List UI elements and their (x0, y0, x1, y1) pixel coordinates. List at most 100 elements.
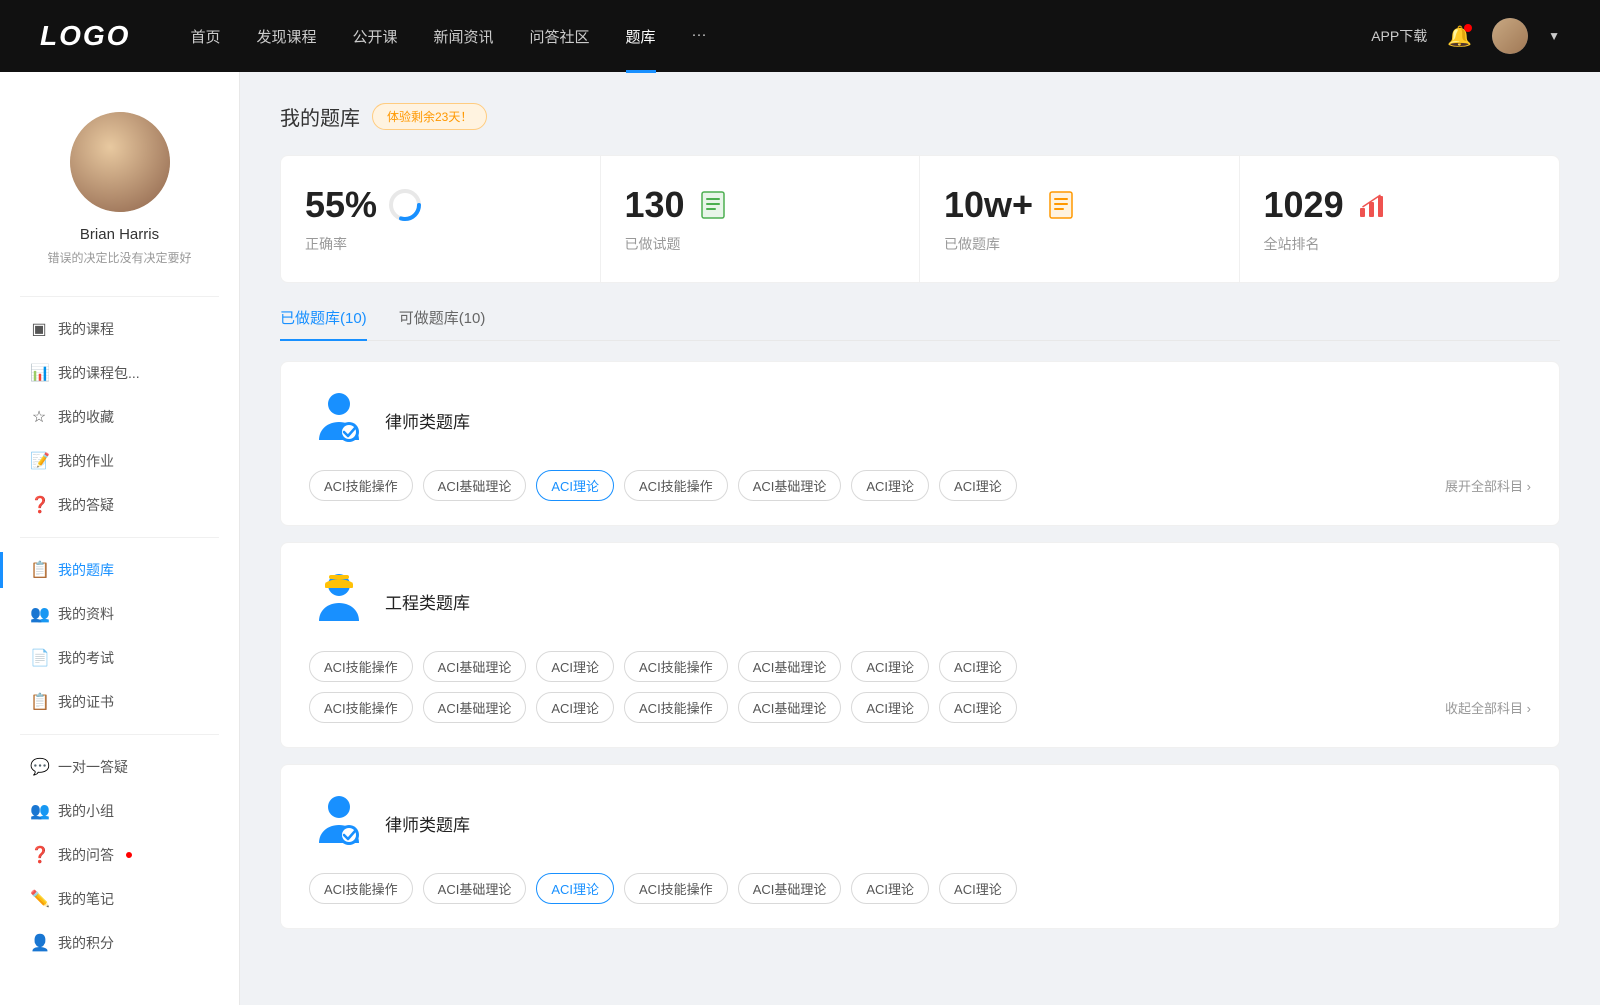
logo[interactable]: LOGO (40, 20, 130, 52)
sidebar-item-my-points[interactable]: 👤 我的积分 (0, 921, 239, 965)
nav-link-more[interactable]: ··· (692, 26, 707, 47)
tag-lawyer2-5[interactable]: ACI基础理论 (738, 873, 842, 904)
tags-row-lawyer2: ACI技能操作 ACI基础理论 ACI理论 ACI技能操作 ACI基础理论 AC… (309, 873, 1531, 904)
bank-card-lawyer2: 律师类题库 ACI技能操作 ACI基础理论 ACI理论 ACI技能操作 ACI基… (280, 764, 1560, 929)
page-title: 我的题库 (280, 102, 360, 131)
bank-card-header-engineer1: 工程类题库 (309, 567, 1531, 635)
sidebar-item-my-favorites[interactable]: ☆ 我的收藏 (0, 395, 239, 439)
tag-eng2-1[interactable]: ACI技能操作 (309, 692, 413, 723)
sidebar-item-my-cert[interactable]: 📋 我的证书 (0, 680, 239, 724)
chat-icon: 💬 (30, 757, 48, 777)
tag-lawyer2-4[interactable]: ACI技能操作 (624, 873, 728, 904)
sidebar-item-my-answers[interactable]: ❓ 我的问答 (0, 833, 239, 877)
tag-eng1-3[interactable]: ACI理论 (536, 651, 614, 682)
chart-red-icon (1354, 187, 1390, 223)
notification-bell[interactable]: 🔔 (1447, 24, 1472, 49)
avatar[interactable] (1492, 18, 1528, 54)
sidebar-item-my-homework[interactable]: 📝 我的作业 (0, 439, 239, 483)
tag-lawyer2-2[interactable]: ACI基础理论 (423, 873, 527, 904)
tag-eng2-7[interactable]: ACI理论 (939, 692, 1017, 723)
sidebar: Brian Harris 错误的决定比没有决定要好 ▣ 我的课程 📊 我的课程包… (0, 72, 240, 1005)
stats-row: 55% 正确率 130 (280, 155, 1560, 283)
bank-card-header-lawyer1: 律师类题库 (309, 386, 1531, 454)
sidebar-item-my-questions[interactable]: ❓ 我的答疑 (0, 483, 239, 527)
sidebar-item-my-info[interactable]: 👥 我的资料 (0, 592, 239, 636)
nav-link-home[interactable]: 首页 (190, 26, 220, 47)
tag-lawyer1-1[interactable]: ACI技能操作 (309, 470, 413, 501)
sidebar-divider-3 (20, 734, 219, 735)
page-wrapper: Brian Harris 错误的决定比没有决定要好 ▣ 我的课程 📊 我的课程包… (0, 72, 1600, 1005)
bank-card-header-lawyer2: 律师类题库 (309, 789, 1531, 857)
stat-top-correct: 55% (305, 184, 576, 226)
sidebar-item-my-group[interactable]: 👥 我的小组 (0, 789, 239, 833)
bank-title-lawyer2: 律师类题库 (385, 811, 470, 836)
tag-eng1-2[interactable]: ACI基础理论 (423, 651, 527, 682)
tag-eng1-5[interactable]: ACI基础理论 (738, 651, 842, 682)
star-icon: ☆ (30, 407, 48, 427)
nav-link-open[interactable]: 公开课 (352, 26, 397, 47)
tag-eng2-2[interactable]: ACI基础理论 (423, 692, 527, 723)
tag-eng1-7[interactable]: ACI理论 (939, 651, 1017, 682)
sidebar-profile: Brian Harris 错误的决定比没有决定要好 (0, 72, 239, 286)
tag-lawyer1-7[interactable]: ACI理论 (939, 470, 1017, 501)
sidebar-item-my-notes[interactable]: ✏️ 我的笔记 (0, 877, 239, 921)
tag-eng1-6[interactable]: ACI理论 (851, 651, 929, 682)
tag-lawyer1-2[interactable]: ACI基础理论 (423, 470, 527, 501)
sidebar-label-my-homework: 我的作业 (58, 451, 114, 471)
tag-lawyer1-5[interactable]: ACI基础理论 (738, 470, 842, 501)
tab-done-banks[interactable]: 已做题库(10) (280, 307, 367, 340)
nav-link-qa[interactable]: 问答社区 (530, 26, 590, 47)
stat-rank: 1029 全站排名 (1240, 156, 1560, 282)
donut-chart-icon (387, 187, 423, 223)
tab-available-banks[interactable]: 可做题库(10) (399, 307, 486, 340)
navbar: LOGO 首页 发现课程 公开课 新闻资讯 问答社区 题库 ··· APP下载 … (0, 0, 1600, 72)
sidebar-item-my-package[interactable]: 📊 我的课程包... (0, 351, 239, 395)
profile-motto: 错误的决定比没有决定要好 (47, 249, 191, 266)
sidebar-item-my-course[interactable]: ▣ 我的课程 (0, 307, 239, 351)
lawyer-icon-1 (309, 386, 369, 454)
app-download-button[interactable]: APP下载 (1371, 26, 1427, 46)
sidebar-item-one-on-one[interactable]: 💬 一对一答疑 (0, 745, 239, 789)
tag-lawyer2-7[interactable]: ACI理论 (939, 873, 1017, 904)
nav-link-discover[interactable]: 发现课程 (256, 26, 316, 47)
sidebar-label-my-bank: 我的题库 (58, 560, 114, 580)
avatar-inner (70, 112, 170, 212)
nav-link-bank[interactable]: 题库 (626, 26, 656, 47)
page-header: 我的题库 体验剩余23天！ (280, 102, 1560, 131)
stat-label-correct: 正确率 (305, 234, 576, 254)
tag-eng2-6[interactable]: ACI理论 (851, 692, 929, 723)
nav-link-news[interactable]: 新闻资讯 (434, 26, 494, 47)
bank-card-engineer1: 工程类题库 ACI技能操作 ACI基础理论 ACI理论 ACI技能操作 ACI基… (280, 542, 1560, 748)
tags-row2-engineer1: ACI技能操作 ACI基础理论 ACI理论 ACI技能操作 ACI基础理论 AC… (309, 692, 1531, 723)
homework-icon: 📝 (30, 451, 48, 471)
sidebar-label-my-info: 我的资料 (58, 604, 114, 624)
tag-lawyer2-6[interactable]: ACI理论 (851, 873, 929, 904)
tag-lawyer1-6[interactable]: ACI理论 (851, 470, 929, 501)
collapse-engineer1[interactable]: 收起全部科目 › (1445, 698, 1531, 717)
sidebar-item-my-bank[interactable]: 📋 我的题库 (0, 548, 239, 592)
tag-eng2-3[interactable]: ACI理论 (536, 692, 614, 723)
tag-lawyer2-1[interactable]: ACI技能操作 (309, 873, 413, 904)
answers-icon: ❓ (30, 845, 48, 865)
question-icon: ❓ (30, 495, 48, 515)
sidebar-label-my-points: 我的积分 (58, 933, 114, 953)
group-icon: 👥 (30, 801, 48, 821)
tags-row1-engineer1: ACI技能操作 ACI基础理论 ACI理论 ACI技能操作 ACI基础理论 AC… (309, 651, 1531, 682)
tag-eng2-5[interactable]: ACI基础理论 (738, 692, 842, 723)
tag-eng1-1[interactable]: ACI技能操作 (309, 651, 413, 682)
tag-eng1-4[interactable]: ACI技能操作 (624, 651, 728, 682)
trial-badge: 体验剩余23天！ (372, 103, 487, 130)
sidebar-label-my-package: 我的课程包... (58, 363, 140, 383)
tag-eng2-4[interactable]: ACI技能操作 (624, 692, 728, 723)
exam-icon: 📄 (30, 648, 48, 668)
tag-lawyer2-3[interactable]: ACI理论 (536, 873, 614, 904)
expand-lawyer1[interactable]: 展开全部科目 › (1445, 476, 1531, 495)
chevron-down-icon[interactable]: ▼ (1548, 29, 1560, 43)
tag-lawyer1-3[interactable]: ACI理论 (536, 470, 614, 501)
lawyer-icon-2 (309, 789, 369, 857)
cert-icon: 📋 (30, 692, 48, 712)
package-icon: 📊 (30, 363, 48, 383)
sidebar-item-my-exam[interactable]: 📄 我的考试 (0, 636, 239, 680)
sidebar-divider (20, 296, 219, 297)
tag-lawyer1-4[interactable]: ACI技能操作 (624, 470, 728, 501)
